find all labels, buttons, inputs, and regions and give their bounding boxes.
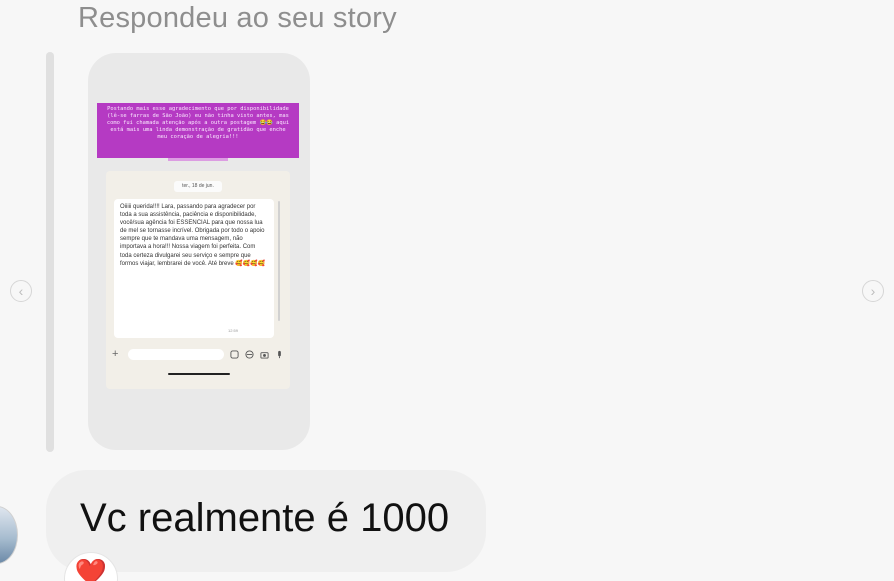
story-input-field [128,348,224,360]
story-banner-text: Postando mais esse agradecimento que por… [97,103,299,158]
story-date-pill: ter., 18 de jun. [174,181,222,192]
story-bubble-scrollbar [278,201,280,321]
avatar[interactable] [0,506,18,564]
story-banner-underline [168,158,228,161]
story-preview[interactable]: Postando mais esse agradecimento que por… [88,53,310,450]
replied-to-story-label: Respondeu ao seu story [78,2,397,34]
money-icon [245,349,254,359]
chevron-left-icon[interactable]: ‹ [10,280,32,302]
message-text: Vc realmente é 1000 [80,496,450,540]
story-message-bubble: Oiiiii querida!!!! Lara, passando para a… [114,199,274,338]
plus-icon: + [112,348,119,360]
quote-bar [46,52,54,452]
story-input-bar: + [106,345,290,363]
chevron-right-icon[interactable]: › [862,280,884,302]
mic-icon [275,350,284,359]
story-bubble-time: 12:59 [228,328,239,333]
camera-icon [260,350,269,359]
home-indicator [168,373,230,375]
sticker-icon [230,349,239,359]
